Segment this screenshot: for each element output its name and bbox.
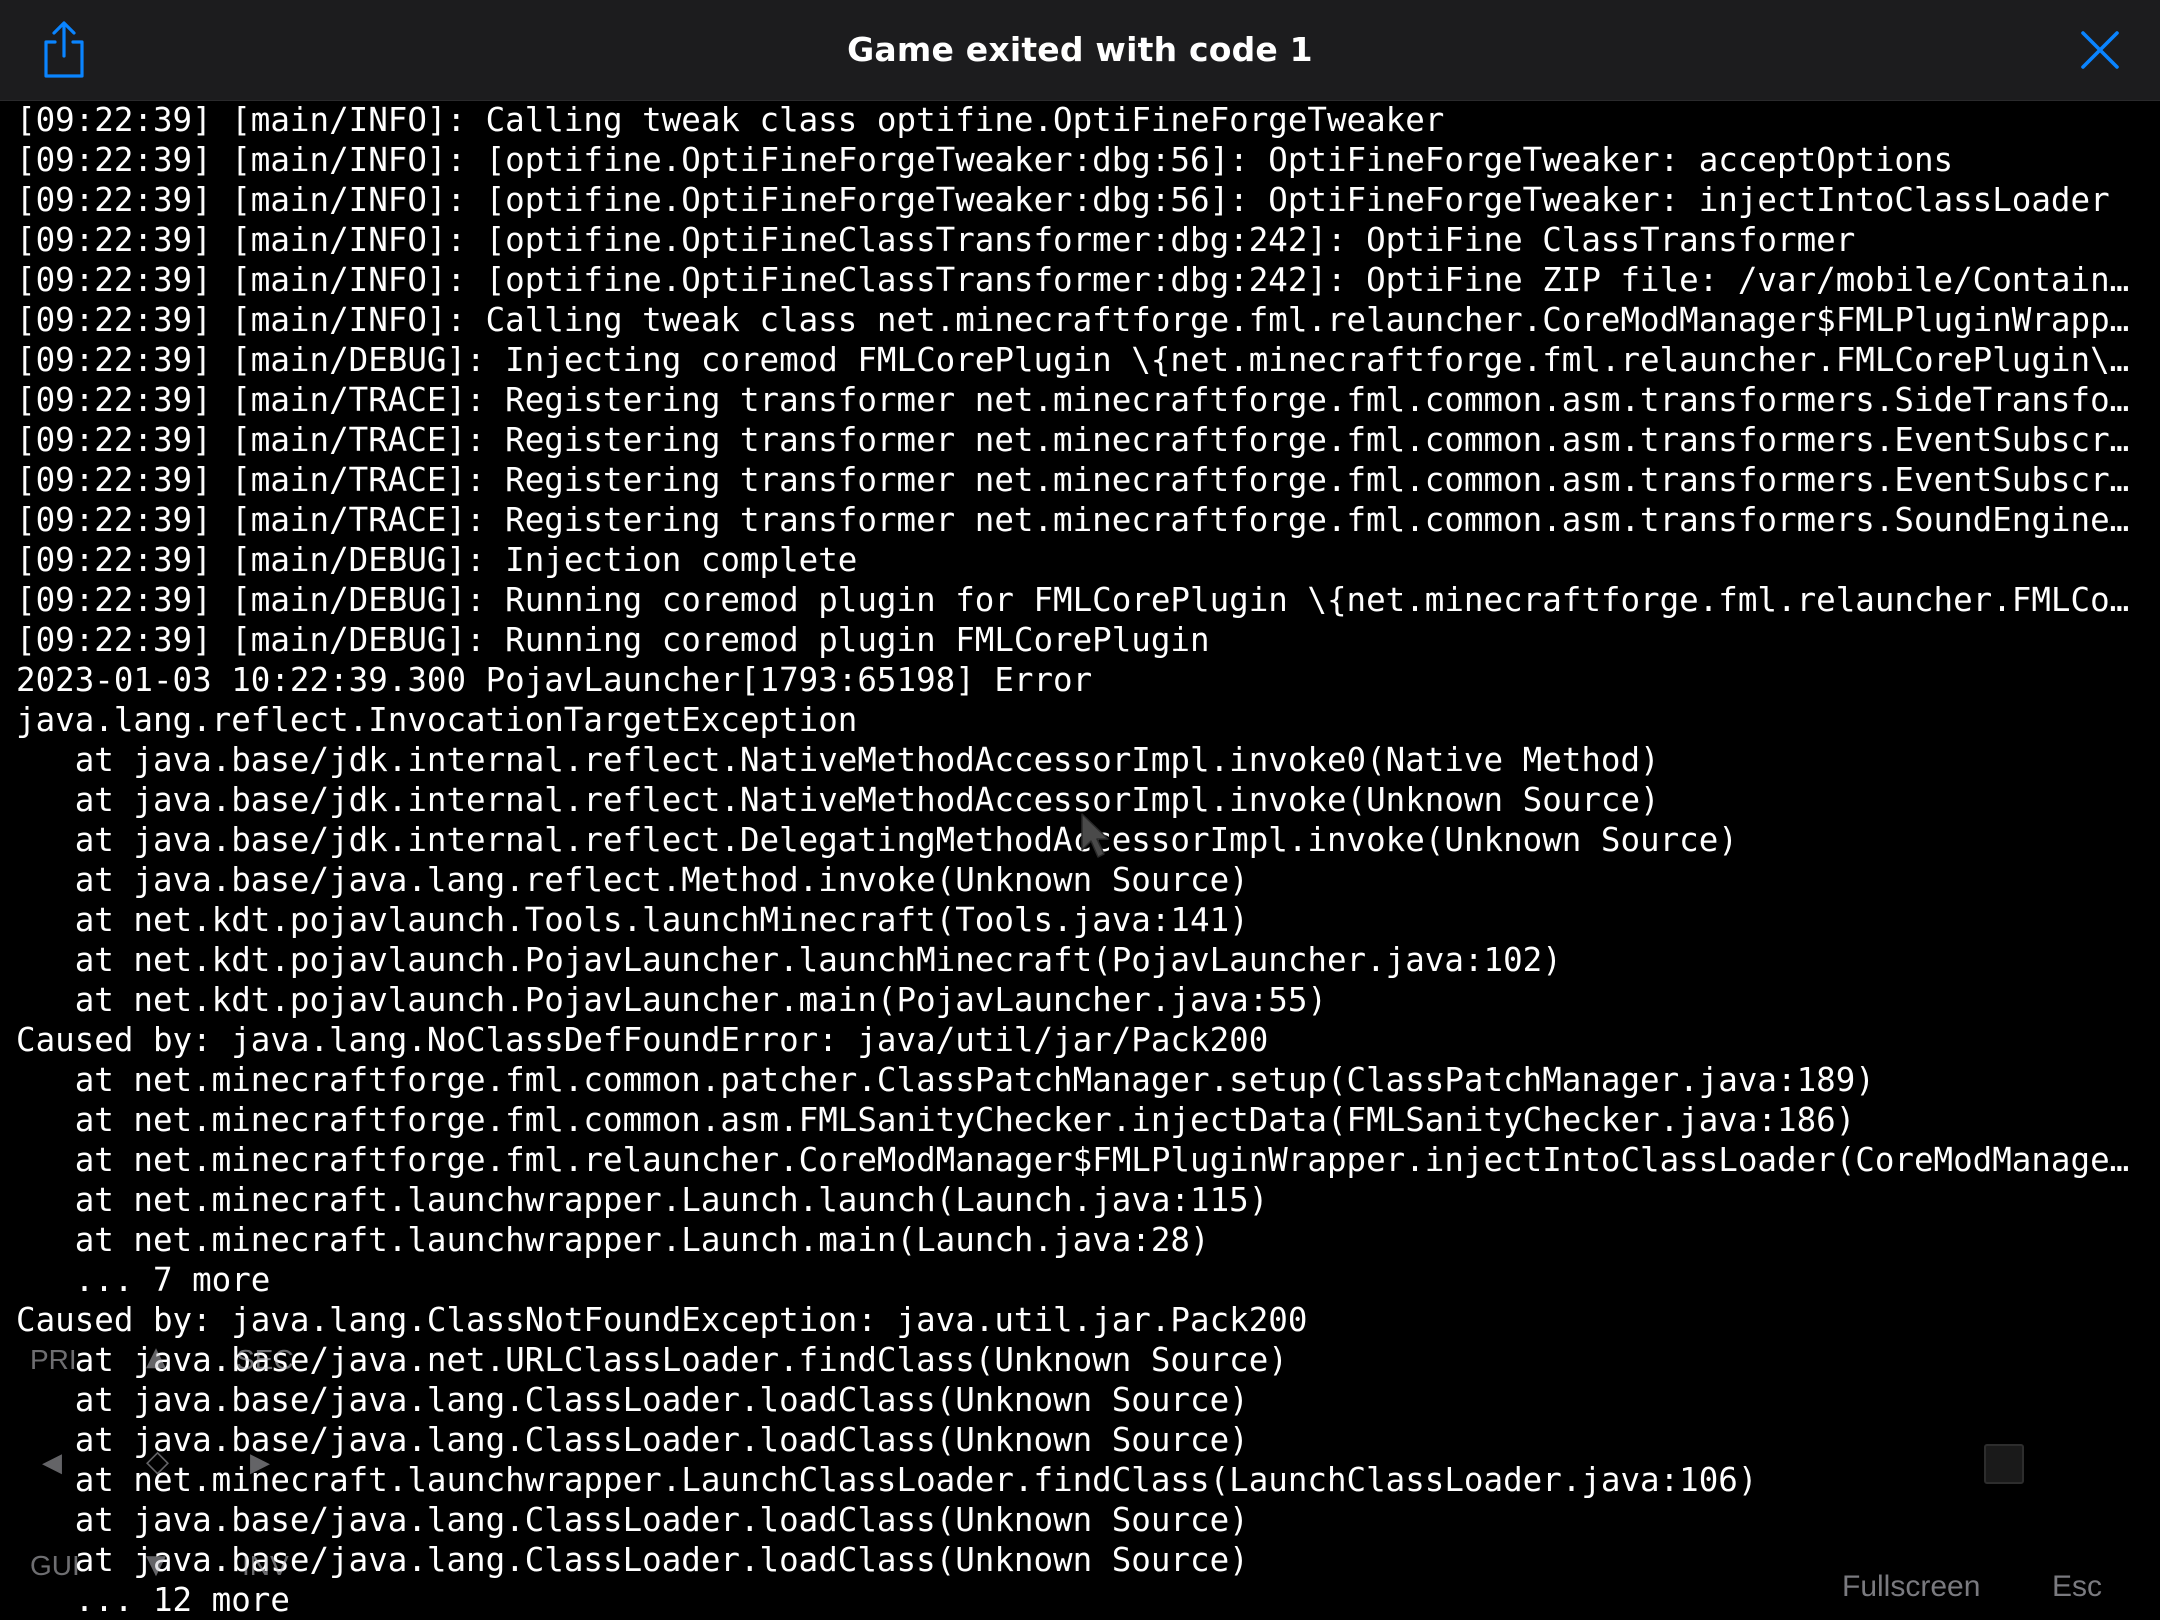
close-icon[interactable] — [2074, 24, 2126, 76]
log-line: ... 12 more — [16, 1581, 290, 1619]
log-line: [09:22:39] [main/DEBUG]: Running coremod… — [16, 621, 1210, 659]
log-line: at net.minecraftforge.fml.relauncher.Cor… — [16, 1141, 2146, 1179]
log-line: [09:22:39] [main/INFO]: [optifine.OptiFi… — [16, 181, 2110, 219]
arrow-right-icon[interactable]: ▶ — [250, 1448, 270, 1478]
log-line: at net.minecraft.launchwrapper.Launch.la… — [16, 1181, 1269, 1219]
arrow-left-icon[interactable]: ◀ — [42, 1448, 62, 1478]
log-line: [09:22:39] [main/TRACE]: Registering tra… — [16, 461, 2146, 499]
esc-button[interactable]: Esc — [2052, 1570, 2102, 1604]
log-line: at java.base/java.lang.ClassLoader.loadC… — [16, 1421, 1249, 1459]
log-line: [09:22:39] [main/INFO]: Calling tweak cl… — [16, 301, 2146, 339]
square-icon[interactable] — [1984, 1444, 2024, 1484]
log-line: at net.minecraft.launchwrapper.LaunchCla… — [16, 1461, 1758, 1499]
log-line: ... 7 more — [16, 1261, 271, 1299]
log-line: at net.minecraftforge.fml.common.asm.FML… — [16, 1101, 1856, 1139]
log-line: [09:22:39] [main/INFO]: [optifine.OptiFi… — [16, 141, 1954, 179]
log-line: at java.base/java.lang.reflect.Method.in… — [16, 861, 1249, 899]
inventory-button[interactable]: INV — [242, 1550, 289, 1582]
secondary-button[interactable]: SEC — [236, 1344, 294, 1376]
log-line: at java.base/java.lang.ClassLoader.loadC… — [16, 1501, 1249, 1539]
page-title: Game exited with code 1 — [847, 30, 1313, 69]
log-line: at java.base/java.net.URLClassLoader.fin… — [16, 1341, 1288, 1379]
log-line: Caused by: java.lang.ClassNotFoundExcept… — [16, 1301, 1308, 1339]
log-line: at net.kdt.pojavlaunch.Tools.launchMinec… — [16, 901, 1249, 939]
fullscreen-button[interactable]: Fullscreen — [1842, 1570, 1980, 1604]
gui-button[interactable]: GUI — [30, 1550, 80, 1582]
log-line: at net.kdt.pojavlaunch.PojavLauncher.mai… — [16, 981, 1327, 1019]
arrow-down-icon[interactable]: ▼ — [146, 1550, 166, 1580]
log-line: at java.base/java.lang.ClassLoader.loadC… — [16, 1381, 1249, 1419]
log-line: at java.base/jdk.internal.reflect.Native… — [16, 741, 1660, 779]
log-line: at net.minecraftforge.fml.common.patcher… — [16, 1061, 1875, 1099]
log-line: at net.minecraft.launchwrapper.Launch.ma… — [16, 1221, 1210, 1259]
log-line: [09:22:39] [main/TRACE]: Registering tra… — [16, 501, 2146, 539]
log-line: [09:22:39] [main/DEBUG]: Injecting corem… — [16, 341, 2146, 379]
log-line: [09:22:39] [main/DEBUG]: Injection compl… — [16, 541, 858, 579]
diamond-icon[interactable]: ◇ — [146, 1444, 169, 1479]
log-line: at net.kdt.pojavlaunch.PojavLauncher.lau… — [16, 941, 1562, 979]
primary-button[interactable]: PRI — [30, 1344, 77, 1376]
log-line: [09:22:39] [main/INFO]: [optifine.OptiFi… — [16, 261, 2146, 299]
log-line: 2023-01-03 10:22:39.300 PojavLauncher[17… — [16, 661, 1093, 699]
log-line: at java.base/java.lang.ClassLoader.loadC… — [16, 1541, 1249, 1579]
log-line: Caused by: java.lang.NoClassDefFoundErro… — [16, 1021, 1269, 1059]
log-line: [09:22:39] [main/INFO]: Calling tweak cl… — [16, 101, 1445, 139]
navigation-bar: Game exited with code 1 — [0, 0, 2160, 101]
log-line: [09:22:39] [main/INFO]: [optifine.OptiFi… — [16, 221, 1856, 259]
mouse-cursor-icon — [1080, 812, 1110, 860]
log-line: [09:22:39] [main/TRACE]: Registering tra… — [16, 381, 2146, 419]
log-line: java.lang.reflect.InvocationTargetExcept… — [16, 701, 858, 739]
log-line: [09:22:39] [main/DEBUG]: Running coremod… — [16, 581, 2146, 619]
arrow-up-icon[interactable]: ▲ — [146, 1342, 166, 1372]
log-line: [09:22:39] [main/TRACE]: Registering tra… — [16, 421, 2146, 459]
